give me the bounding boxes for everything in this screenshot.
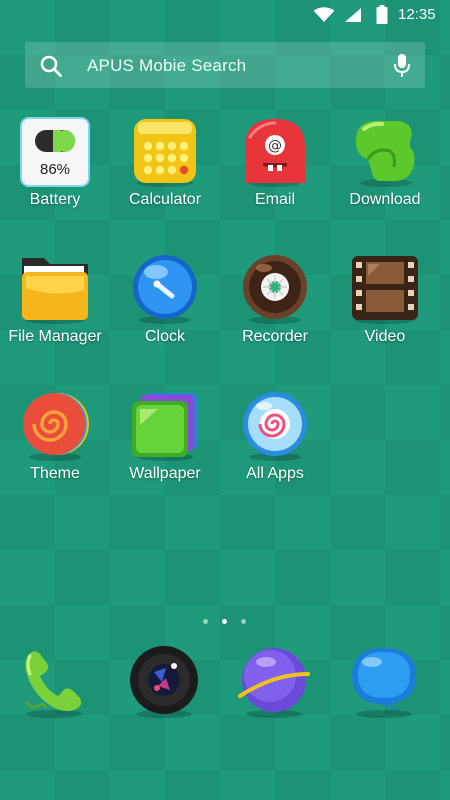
app-calculator[interactable]: Calculator [110,117,220,237]
clock-app-icon[interactable] [130,254,200,324]
status-bar: 12:35 [0,0,450,30]
browser-icon[interactable] [236,644,312,720]
app-label-calculator: Calculator [128,191,202,208]
app-label-download: Download [349,191,421,208]
app-label-clock: Clock [144,328,185,345]
dock-messages[interactable] [346,644,422,720]
app-battery[interactable]: 86% Battery [0,117,110,237]
camera-icon[interactable] [126,644,202,720]
search-icon[interactable] [39,54,63,78]
app-file-manager[interactable]: File Manager [0,254,110,374]
dock-browser[interactable] [236,644,312,720]
app-recorder[interactable]: Recorder [220,254,330,374]
recorder-app-icon[interactable] [240,254,310,324]
phone-icon[interactable] [16,644,92,720]
app-label-video: Video [364,328,406,345]
download-app-icon[interactable] [350,117,420,187]
folder-app-icon[interactable] [20,254,90,324]
search-input[interactable]: APUS Mobie Search [87,56,246,76]
status-time: 12:35 [398,6,436,23]
app-video[interactable]: Video [330,254,440,374]
battery-percent: 86% [39,161,71,178]
cell-signal-icon [345,8,361,22]
page-indicator [0,619,450,627]
calculator-app-icon[interactable] [130,117,200,187]
all-apps-icon[interactable] [240,391,310,461]
video-app-icon[interactable] [350,254,420,324]
page-dot [241,619,246,624]
dock-camera[interactable] [126,644,202,720]
wallpaper-app-icon[interactable] [130,391,200,461]
search-bar[interactable]: APUS Mobie Search [25,42,425,88]
email-app-icon[interactable]: @ [240,117,310,187]
app-label-file-manager: File Manager [8,328,102,345]
app-label-recorder: Recorder [242,328,308,345]
theme-app-icon[interactable] [20,391,90,461]
app-theme[interactable]: Theme [0,391,110,511]
page-dot [203,619,208,624]
dock-phone[interactable] [16,644,92,720]
microphone-icon[interactable] [392,53,412,79]
app-label-theme: Theme [30,465,80,482]
app-wallpaper[interactable]: Wallpaper [110,391,220,511]
battery-icon [376,5,388,24]
app-email[interactable]: @ Email [220,117,330,237]
page-dot-active [222,619,227,624]
battery-app-icon[interactable]: 86% [20,117,90,187]
app-label-all-apps: All Apps [246,465,304,482]
app-label-battery: Battery [29,191,81,208]
messages-icon[interactable] [346,644,422,720]
app-all-apps[interactable]: All Apps [220,391,330,511]
app-clock[interactable]: Clock [110,254,220,374]
wifi-icon [313,7,335,22]
app-download[interactable]: Download [330,117,440,237]
app-label-wallpaper: Wallpaper [129,465,201,482]
svg-text:@: @ [268,138,282,154]
app-label-email: Email [254,191,295,208]
